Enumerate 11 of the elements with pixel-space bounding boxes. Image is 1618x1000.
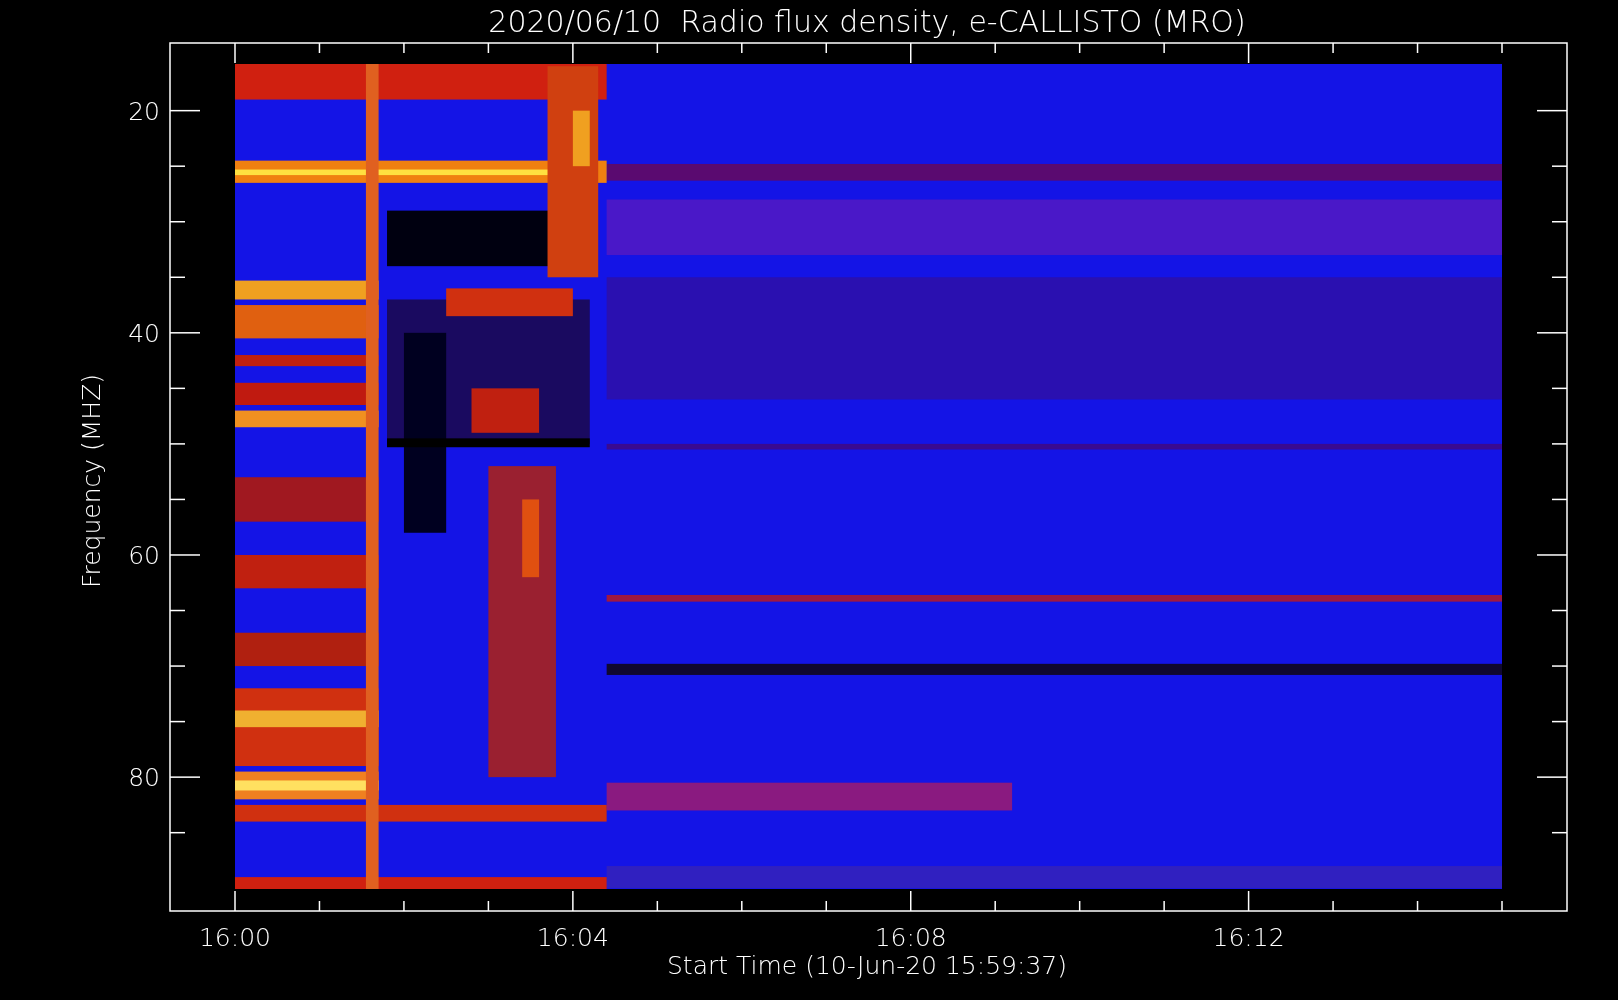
x-tick-label: 16:00	[199, 923, 271, 952]
y-axis-label: Frequency (MHZ)	[77, 373, 106, 589]
y-tick-label: 60	[128, 541, 160, 570]
x-tick-label: 16:12	[1212, 923, 1285, 952]
y-tick-label: 80	[128, 763, 160, 793]
x-axis-label: Start Time (10-Jun-20 15:59:37)	[667, 951, 1067, 980]
x-tick-label: 16:04	[536, 923, 609, 952]
x-tick-label: 16:08	[874, 923, 947, 952]
chart-title: 2020/06/10 Radio flux density, e-CALLISTO (MRO)	[488, 4, 1246, 39]
y-tick-label: 40	[128, 318, 160, 348]
y-tick-label: 20	[128, 96, 160, 126]
